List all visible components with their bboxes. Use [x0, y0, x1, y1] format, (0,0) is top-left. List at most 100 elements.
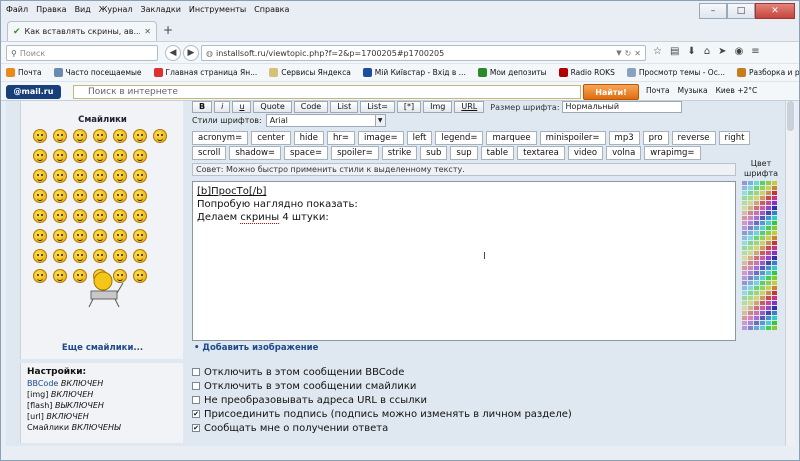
- code-button[interactable]: Code: [293, 101, 329, 113]
- color-swatch[interactable]: [760, 311, 765, 315]
- maximize-button[interactable]: □: [727, 3, 755, 19]
- smiley-icon[interactable]: [93, 209, 107, 223]
- color-swatch[interactable]: [772, 256, 777, 260]
- color-swatch[interactable]: [748, 211, 753, 215]
- tag-button[interactable]: sub: [420, 146, 448, 160]
- color-swatch[interactable]: [766, 206, 771, 210]
- color-swatch[interactable]: [766, 321, 771, 325]
- download-icon[interactable]: ⬇: [687, 46, 695, 57]
- color-swatch[interactable]: [742, 186, 747, 190]
- underline-button[interactable]: u: [232, 101, 252, 113]
- back-button[interactable]: ◀: [165, 45, 181, 61]
- color-swatch[interactable]: [772, 291, 777, 295]
- smiley-icon[interactable]: [113, 249, 127, 263]
- color-swatch[interactable]: [742, 316, 747, 320]
- color-swatch[interactable]: [754, 316, 759, 320]
- color-swatch[interactable]: [760, 321, 765, 325]
- color-swatch[interactable]: [766, 216, 771, 220]
- smiley-icon[interactable]: [33, 269, 47, 283]
- home-icon[interactable]: ⌂: [704, 46, 710, 57]
- color-swatch[interactable]: [772, 186, 777, 190]
- color-swatch[interactable]: [754, 191, 759, 195]
- tag-button[interactable]: center: [251, 131, 291, 145]
- color-swatch[interactable]: [760, 306, 765, 310]
- color-swatch[interactable]: [766, 306, 771, 310]
- color-swatch[interactable]: [760, 186, 765, 190]
- color-swatch[interactable]: [754, 181, 759, 185]
- color-swatch[interactable]: [760, 216, 765, 220]
- color-swatch[interactable]: [754, 256, 759, 260]
- smiley-icon[interactable]: [93, 249, 107, 263]
- smiley-icon[interactable]: [33, 249, 47, 263]
- page-scrollbar[interactable]: [785, 101, 795, 446]
- color-swatch[interactable]: [772, 281, 777, 285]
- tag-button[interactable]: volna: [606, 146, 642, 160]
- more-smilies-link[interactable]: Еще смайлики...: [21, 343, 184, 353]
- color-swatch[interactable]: [748, 306, 753, 310]
- color-swatch[interactable]: [748, 186, 753, 190]
- color-swatch[interactable]: [754, 301, 759, 305]
- list-button[interactable]: List: [330, 101, 359, 113]
- color-swatch[interactable]: [748, 201, 753, 205]
- color-swatch[interactable]: [742, 196, 747, 200]
- cross-icon[interactable]: ✕: [634, 49, 641, 58]
- color-swatch[interactable]: [742, 271, 747, 275]
- color-swatch[interactable]: [760, 316, 765, 320]
- mail-link[interactable]: Почта: [646, 86, 670, 95]
- color-swatch[interactable]: [754, 231, 759, 235]
- color-swatch[interactable]: [754, 306, 759, 310]
- color-swatch[interactable]: [772, 191, 777, 195]
- color-swatch[interactable]: [760, 201, 765, 205]
- color-swatch[interactable]: [742, 206, 747, 210]
- color-swatch[interactable]: [754, 216, 759, 220]
- color-swatch[interactable]: [766, 251, 771, 255]
- smiley-icon[interactable]: [93, 229, 107, 243]
- color-swatch[interactable]: [754, 276, 759, 280]
- tag-button[interactable]: spoiler=: [331, 146, 379, 160]
- close-button[interactable]: ✕: [755, 3, 795, 19]
- tag-button[interactable]: acronym=: [192, 131, 249, 145]
- color-swatch[interactable]: [748, 236, 753, 240]
- color-swatch[interactable]: [766, 296, 771, 300]
- list-numbered-button[interactable]: List=: [360, 101, 395, 113]
- color-swatch[interactable]: [760, 326, 765, 330]
- color-swatch[interactable]: [772, 206, 777, 210]
- color-swatch[interactable]: [772, 246, 777, 250]
- clipboard-icon[interactable]: ▤: [670, 46, 679, 57]
- color-swatch[interactable]: [742, 226, 747, 230]
- color-swatch[interactable]: [766, 186, 771, 190]
- smiley-icon[interactable]: [133, 189, 147, 203]
- color-swatch[interactable]: [742, 261, 747, 265]
- color-swatch[interactable]: [754, 186, 759, 190]
- color-swatch[interactable]: [772, 211, 777, 215]
- color-swatch[interactable]: [766, 301, 771, 305]
- color-swatch[interactable]: [754, 226, 759, 230]
- color-swatch[interactable]: [760, 261, 765, 265]
- color-swatch[interactable]: [754, 281, 759, 285]
- color-swatch[interactable]: [748, 246, 753, 250]
- tag-button[interactable]: reverse: [671, 131, 716, 145]
- shield-icon[interactable]: ◉: [735, 46, 744, 57]
- color-swatch[interactable]: [742, 306, 747, 310]
- smiley-icon[interactable]: [53, 209, 67, 223]
- color-swatch[interactable]: [748, 216, 753, 220]
- color-swatch[interactable]: [766, 191, 771, 195]
- minimize-button[interactable]: –: [699, 3, 727, 19]
- color-swatch[interactable]: [772, 226, 777, 230]
- url-bar[interactable]: ◍ installsoft.ru/viewtopic.php?f=2&p=170…: [201, 45, 646, 61]
- color-swatch[interactable]: [772, 241, 777, 245]
- color-swatch[interactable]: [754, 221, 759, 225]
- smiley-icon[interactable]: [73, 209, 87, 223]
- color-swatch[interactable]: [742, 301, 747, 305]
- menu-tools[interactable]: Инструменты: [188, 5, 247, 19]
- color-swatch[interactable]: [760, 241, 765, 245]
- menu-history[interactable]: Журнал: [98, 5, 134, 19]
- color-swatch[interactable]: [742, 266, 747, 270]
- smiley-icon[interactable]: [153, 129, 167, 143]
- smiley-icon[interactable]: [93, 129, 107, 143]
- color-swatch[interactable]: [766, 281, 771, 285]
- color-swatch[interactable]: [748, 261, 753, 265]
- tag-button[interactable]: left: [406, 131, 433, 145]
- tab-active[interactable]: ✔ Как вставлять скрины, ав... ✕: [7, 21, 157, 41]
- color-swatch[interactable]: [766, 256, 771, 260]
